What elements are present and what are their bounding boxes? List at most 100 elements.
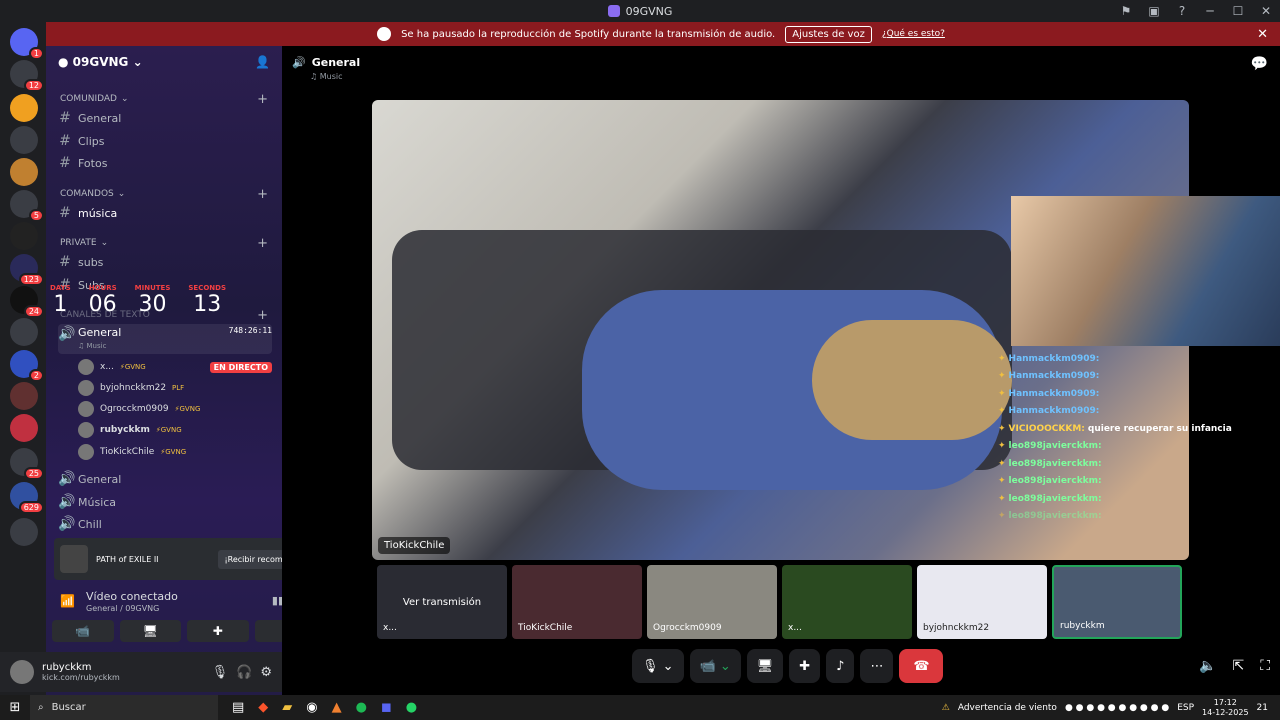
inbox-icon[interactable]: ⚑	[1112, 4, 1140, 18]
add-channel-icon[interactable]: +	[257, 187, 268, 202]
participant-tile[interactable]: Ver transmisión x...	[377, 565, 507, 639]
voice-user[interactable]: byjohnckkm22 PLF	[78, 378, 272, 398]
spotify-icon[interactable]: ●	[356, 700, 367, 715]
app-icon[interactable]: ▲	[332, 700, 342, 715]
category-comunidad[interactable]: COMUNIDAD ⌄	[60, 94, 129, 104]
close-window-button[interactable]: ✕	[1252, 4, 1280, 18]
add-channel-icon[interactable]: +	[257, 308, 268, 323]
add-member-icon[interactable]: 👤	[255, 55, 270, 69]
add-channel-icon[interactable]: +	[257, 92, 268, 107]
voice-user[interactable]: rubyckkm ⚡GVNG	[78, 420, 272, 440]
whatsapp-icon[interactable]: ●	[406, 700, 417, 715]
server-icon[interactable]	[10, 318, 38, 346]
server-icon[interactable]: 12	[10, 60, 44, 92]
voice-user[interactable]: TioKickChile ⚡GVNG	[78, 442, 272, 462]
add-channel-icon[interactable]: +	[257, 236, 268, 251]
more-button[interactable]: ⋯	[860, 649, 894, 683]
app-icon	[607, 5, 620, 17]
server-icon[interactable]	[10, 222, 38, 250]
language-indicator[interactable]: ESP	[1177, 703, 1194, 713]
maximize-button[interactable]: ☐	[1224, 4, 1252, 18]
notification-count[interactable]: 21	[1257, 703, 1268, 713]
server-header[interactable]: ● 09GVNG ⌄ 👤	[46, 46, 282, 78]
channel-general[interactable]: # General	[58, 108, 272, 128]
server-icon[interactable]: 629	[10, 482, 44, 514]
voice-channel-general1[interactable]: 🔊 General	[58, 469, 272, 489]
signal-icon[interactable]: 📶	[60, 594, 75, 608]
mute-button[interactable]: 🎙 ⌄	[632, 649, 684, 683]
voice-user[interactable]: Ogrocckm0909 ⚡GVNG	[78, 399, 272, 419]
clock[interactable]: 17:12 14-12-2025	[1202, 698, 1249, 718]
server-icon[interactable]	[10, 94, 38, 122]
notification-badge: 24	[23, 305, 44, 318]
screen-icon[interactable]: ▣	[1140, 4, 1168, 18]
chat-icon[interactable]: 💬	[1251, 56, 1268, 72]
user-info[interactable]: rubyckkm kick.com/rubyckkm	[42, 662, 120, 682]
channel-musica-cmd[interactable]: # música	[58, 203, 272, 223]
folder-icon[interactable]: ▰	[282, 700, 292, 715]
server-icon[interactable]	[10, 126, 38, 154]
volume-icon[interactable]: 🔈	[1199, 658, 1216, 674]
screenshare-button[interactable]: 🖥	[746, 649, 784, 683]
voice-timer: 748:26:11	[228, 326, 272, 335]
task-view-icon[interactable]: ▤	[232, 700, 244, 715]
headphones-icon[interactable]: 🎧	[236, 665, 252, 680]
minimize-button[interactable]: ─	[1196, 4, 1224, 18]
search-input[interactable]: ⌕ Buscar	[30, 695, 218, 720]
warning-icon[interactable]: ⚠	[942, 703, 950, 713]
voice-channel-musica[interactable]: 🔊 Música	[58, 492, 272, 512]
voice-channel-chill[interactable]: 🔊 Chill	[58, 514, 272, 534]
server-icon[interactable]: 5	[10, 190, 44, 222]
server-icon[interactable]: 24	[10, 286, 44, 318]
windows-start-icon[interactable]: ⊞	[0, 700, 30, 715]
soundboard-button[interactable]: ♪	[826, 649, 855, 683]
discord-icon[interactable]: ◼	[381, 700, 392, 715]
help-icon[interactable]: ?	[1168, 4, 1196, 18]
participant-tile[interactable]: rubyckkm	[1052, 565, 1182, 639]
participant-tile[interactable]: Ogrocckm0909	[647, 565, 777, 639]
leave-call-button[interactable]: ☎	[899, 649, 944, 683]
channel-subs[interactable]: # subs	[58, 252, 272, 272]
server-icon[interactable]: 2	[10, 350, 44, 382]
participant-tile[interactable]: x...	[782, 565, 912, 639]
hash-icon: #	[59, 205, 71, 221]
server-icon[interactable]	[10, 518, 38, 546]
channel-fotos[interactable]: # Fotos	[58, 153, 272, 173]
server-icon[interactable]: 123	[10, 254, 44, 286]
server-icon[interactable]: 25	[10, 448, 44, 480]
system-tray: ⚠ Advertencia de viento ● ● ● ● ● ● ● ● …	[942, 695, 1280, 720]
window-titlebar: 09GVNG ⚑ ▣ ? ─ ☐ ✕	[0, 0, 1280, 22]
channel-clips[interactable]: # Clips	[58, 131, 272, 151]
popout-icon[interactable]: ⇱	[1232, 658, 1244, 674]
tray-icons[interactable]: ● ● ● ● ● ● ● ● ● ●	[1065, 703, 1169, 713]
gear-icon[interactable]: ⚙	[260, 665, 272, 680]
weather-text[interactable]: Advertencia de viento	[958, 703, 1057, 713]
voice-user[interactable]: x... ⚡GVNG EN DIRECTO	[78, 357, 272, 377]
screenshare-button[interactable]: 🖥	[119, 620, 181, 642]
discord-home-icon[interactable]: 1	[10, 28, 44, 60]
camera-toggle-button[interactable]: 📹 ⌄	[689, 649, 741, 683]
server-icon[interactable]	[10, 158, 38, 186]
activities-button[interactable]: ✚	[789, 649, 821, 683]
category-comandos[interactable]: COMANDOS ⌄	[60, 189, 125, 199]
activities-button[interactable]: ✚	[187, 620, 249, 642]
avatar	[78, 359, 94, 375]
voice-settings-button[interactable]: Ajustes de voz	[785, 25, 872, 43]
participant-tile[interactable]: byjohnckkm22	[917, 565, 1047, 639]
brave-icon[interactable]: ◆	[258, 700, 268, 715]
countdown-hours: HOURS 06	[88, 284, 117, 317]
category-private[interactable]: Private ⌄	[60, 238, 108, 248]
microphone-icon[interactable]: 🎙	[212, 665, 229, 680]
hash-icon: #	[59, 110, 71, 126]
obs-icon[interactable]: ◉	[306, 700, 317, 715]
taskbar-apps: ▤ ◆ ▰ ◉ ▲ ● ◼ ●	[232, 700, 417, 715]
server-icon[interactable]	[10, 414, 38, 442]
avatar	[78, 401, 94, 417]
whats-this-link[interactable]: ¿Qué es esto?	[882, 29, 945, 39]
server-icon[interactable]	[10, 382, 38, 410]
avatar[interactable]	[10, 660, 34, 684]
camera-button[interactable]: 📹	[52, 620, 114, 642]
fullscreen-icon[interactable]: ⛶	[1260, 658, 1270, 674]
close-icon[interactable]: ✕	[1257, 27, 1268, 42]
participant-tile[interactable]: TioKickChile	[512, 565, 642, 639]
